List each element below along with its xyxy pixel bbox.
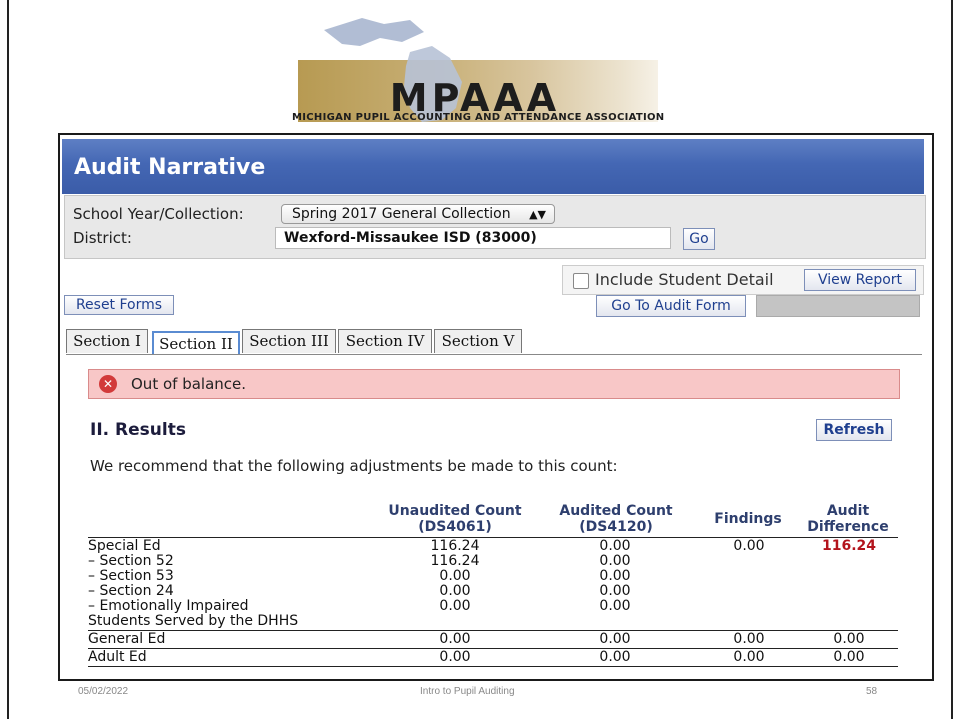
school-year-select[interactable]: Spring 2017 General Collection ▲▼ [281, 204, 555, 224]
row-unaudited: 0.00 [439, 598, 471, 614]
slide-border-right [951, 0, 953, 719]
recommendation-text: We recommend that the following adjustme… [90, 457, 618, 475]
error-text: Out of balance. [131, 375, 247, 393]
col-difference-line2: Difference [807, 519, 889, 535]
row-unaudited: 116.24 [430, 553, 480, 569]
go-button[interactable]: Go [683, 228, 715, 250]
row-label: – Emotionally Impaired [88, 598, 249, 614]
refresh-button[interactable]: Refresh [816, 419, 892, 441]
row-rule [88, 648, 898, 649]
col-audited-header: Audited Count (DS4120) [546, 503, 686, 535]
mpaaa-logo: MPAAA MICHIGAN PUPIL ACCOUNTING AND ATTE… [292, 12, 665, 124]
tab-section-3[interactable]: Section III [242, 329, 336, 353]
row-audited: 0.00 [599, 598, 631, 614]
col-unaudited-line2: (DS4061) [418, 519, 492, 535]
row-label: – Section 52 [88, 553, 174, 569]
col-audited-line2: (DS4120) [579, 519, 653, 535]
school-year-value: Spring 2017 General Collection [292, 206, 511, 222]
col-findings-header: Findings [714, 511, 782, 527]
row-difference: 0.00 [833, 649, 865, 665]
footer-title: Intro to Pupil Auditing [420, 686, 515, 697]
row-label: General Ed [88, 631, 166, 647]
row-unaudited: 0.00 [439, 649, 471, 665]
audit-narrative-window: Audit Narrative School Year/Collection: … [58, 133, 934, 681]
row-label: Adult Ed [88, 649, 147, 665]
row-audited: 0.00 [599, 631, 631, 647]
district-field[interactable]: Wexford-Missaukee ISD (83000) [275, 227, 671, 249]
row-audited: 0.00 [599, 583, 631, 599]
row-audited: 0.00 [599, 538, 631, 554]
disabled-button [756, 295, 920, 317]
col-unaudited-header: Unaudited Count (DS4061) [380, 503, 530, 535]
results-title: II. Results [90, 420, 186, 440]
footer-page-number: 58 [866, 686, 878, 697]
error-message: ✕ Out of balance. [88, 369, 900, 399]
include-detail-checkbox[interactable] [573, 273, 589, 289]
tab-section-1[interactable]: Section I [66, 329, 148, 353]
go-to-audit-form-button[interactable]: Go To Audit Form [596, 295, 746, 317]
view-report-button[interactable]: View Report [804, 269, 916, 291]
row-label: Special Ed [88, 538, 161, 554]
slide-border-left [7, 0, 9, 719]
row-unaudited: 0.00 [439, 583, 471, 599]
select-caret-icon: ▲▼ [529, 208, 546, 221]
logo-subtitle: MICHIGAN PUPIL ACCOUNTING AND ATTENDANCE… [292, 112, 665, 123]
row-rule [88, 666, 898, 667]
col-difference-header: Audit Difference [800, 503, 896, 535]
page-title: Audit Narrative [74, 155, 266, 180]
filter-panel: School Year/Collection: Spring 2017 Gene… [64, 195, 926, 259]
include-detail-label: Include Student Detail [595, 270, 774, 289]
col-audited-line1: Audited Count [559, 503, 673, 519]
row-unaudited: 116.24 [430, 538, 480, 554]
district-label: District: [73, 229, 132, 247]
col-difference-line1: Audit [826, 503, 870, 519]
row-unaudited: 0.00 [439, 568, 471, 584]
tab-section-4[interactable]: Section IV [338, 329, 432, 353]
page-header: Audit Narrative [62, 139, 924, 194]
row-label: – Section 24 [88, 583, 174, 599]
row-audited: 0.00 [599, 568, 631, 584]
reset-forms-button[interactable]: Reset Forms [64, 295, 174, 315]
header-rule [88, 537, 898, 538]
tab-section-2[interactable]: Section II [152, 331, 240, 355]
row-unaudited: 0.00 [439, 631, 471, 647]
row-difference: 116.24 [821, 538, 877, 554]
col-unaudited-line1: Unaudited Count [388, 503, 522, 519]
error-x-icon: ✕ [99, 375, 117, 393]
tab-divider [66, 354, 922, 355]
footer-date: 05/02/2022 [78, 686, 129, 697]
row-audited: 0.00 [599, 553, 631, 569]
row-audited: 0.00 [599, 649, 631, 665]
row-difference: 0.00 [833, 631, 865, 647]
row-label: Students Served by the DHHS [88, 613, 299, 629]
row-label: – Section 53 [88, 568, 174, 584]
school-year-label: School Year/Collection: [73, 205, 244, 223]
row-rule [88, 630, 898, 631]
tab-section-5[interactable]: Section V [434, 329, 522, 353]
